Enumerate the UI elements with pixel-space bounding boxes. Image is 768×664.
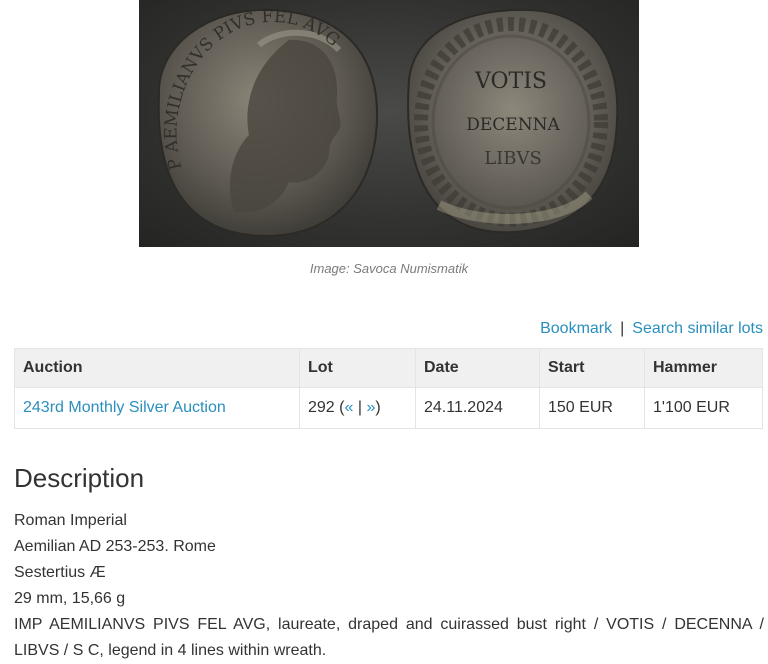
header-start: Start (539, 348, 645, 388)
lot-number: 292 (308, 399, 335, 416)
image-caption: Image: Savoca Numismatik (309, 261, 469, 276)
coin-reverse: VOTIS DECENNA LIBVS (407, 8, 619, 234)
cell-start: 150 EUR (539, 387, 645, 429)
lot-nav-separator: | (357, 399, 362, 416)
reverse-line-2: DECENNA (466, 115, 560, 135)
coin-illustration: IMP AEMILIANVS PIVS FEL AVG VOTIS DECENN… (139, 0, 619, 238)
description-line-denomination: Sestertius Æ (14, 564, 106, 581)
search-similar-lots-link[interactable]: Search similar lots (632, 320, 763, 337)
description-line-category: Roman Imperial (14, 512, 127, 529)
auction-table: Auction Lot Date Start Hammer 243rd Mont… (14, 348, 763, 429)
header-date: Date (415, 348, 540, 388)
lot-actions: Bookmark | Search similar lots (540, 320, 763, 338)
table-row: 243rd Monthly Silver Auction 292 (« | »)… (14, 387, 763, 429)
cell-lot: 292 (« | ») (299, 387, 416, 429)
reverse-line-3: LIBVS (484, 148, 542, 169)
next-lot-link[interactable]: » (366, 399, 375, 416)
description-heading: Description (14, 463, 145, 493)
bookmark-link[interactable]: Bookmark (540, 320, 612, 337)
auction-link[interactable]: 243rd Monthly Silver Auction (23, 399, 226, 416)
reverse-line-1: VOTIS (474, 69, 547, 94)
actions-separator: | (620, 320, 625, 337)
description-line-legend: IMP AEMILIANVS PIVS FEL AVG, laureate, d… (14, 616, 764, 633)
table-header-row: Auction Lot Date Start Hammer (14, 348, 763, 388)
header-lot: Lot (299, 348, 416, 388)
description-body: Roman Imperial Aemilian AD 253-253. Rome… (14, 508, 764, 664)
cell-auction: 243rd Monthly Silver Auction (14, 387, 300, 429)
description-line-legend-cont: LIBVS / S C, legend in 4 lines within wr… (14, 642, 327, 659)
header-hammer: Hammer (644, 348, 763, 388)
cell-hammer: 1'100 EUR (644, 387, 763, 429)
description-line-ruler: Aemilian AD 253-253. Rome (14, 538, 216, 555)
coin-photo: IMP AEMILIANVS PIVS FEL AVG VOTIS DECENN… (139, 0, 639, 247)
coin-obverse: IMP AEMILIANVS PIVS FEL AVG (139, 0, 379, 238)
previous-lot-link[interactable]: « (344, 399, 353, 416)
description-line-size-weight: 29 mm, 15,66 g (14, 590, 126, 607)
cell-date: 24.11.2024 (415, 387, 540, 429)
header-auction: Auction (14, 348, 300, 388)
